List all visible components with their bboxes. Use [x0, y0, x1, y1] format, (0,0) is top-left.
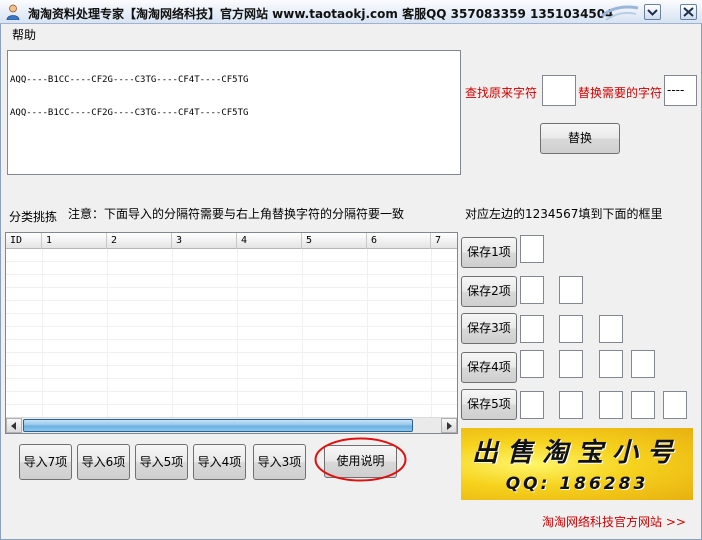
column-header-6[interactable]: 6 [367, 233, 431, 249]
save-5-button[interactable]: 保存5项 [461, 389, 517, 420]
banner-title: 出售淘宝小号 [471, 438, 682, 468]
grid-header: ID 1 2 3 4 5 6 7 [6, 233, 457, 249]
slot-input[interactable] [520, 391, 544, 419]
column-header-1[interactable]: 1 [42, 233, 107, 249]
find-input[interactable] [542, 75, 576, 106]
advertisement-banner[interactable]: 出售淘宝小号 QQ: 186283 [461, 428, 693, 500]
text-line: AQQ----B1CC----CF2G----C3TG----CF4T----C… [10, 108, 249, 118]
text-line: AQQ----B1CC----CF2G----C3TG----CF4T----C… [10, 75, 249, 85]
slot-input[interactable] [663, 391, 687, 419]
title-bar: 淘淘资料处理专家【淘淘网络科技】官方网站 www.taotaokj.com 客服… [0, 0, 702, 24]
app-icon [6, 4, 20, 20]
window-title: 淘淘资料处理专家【淘淘网络科技】官方网站 www.taotaokj.com 客服… [28, 7, 614, 21]
column-header-3[interactable]: 3 [172, 233, 237, 249]
chevron-down-icon [647, 9, 658, 16]
table-row[interactable] [6, 354, 457, 366]
slot-input[interactable] [559, 391, 583, 419]
slot-input[interactable] [520, 315, 544, 343]
slot-input[interactable] [520, 276, 544, 304]
slot-input[interactable] [520, 235, 544, 263]
arrow-right-icon [447, 422, 452, 430]
import-4-button[interactable]: 导入4项 [193, 444, 246, 480]
replace-button[interactable]: 替换 [540, 123, 620, 154]
table-row[interactable] [6, 328, 457, 340]
menu-item-help[interactable]: 帮助 [12, 26, 36, 43]
official-site-link[interactable]: 淘淘网络科技官方网站 >> [542, 513, 686, 530]
import-3-button[interactable]: 导入3项 [253, 444, 306, 480]
table-row[interactable] [6, 250, 457, 262]
slot-input[interactable] [599, 350, 623, 378]
table-row[interactable] [6, 263, 457, 275]
menu-bar: 帮助 [1, 24, 701, 43]
slot-input[interactable] [559, 315, 583, 343]
column-header-7[interactable]: 7 [431, 233, 457, 249]
main-window: 帮助 AQQ----B1CC----CF2G----C3TG----CF4T--… [0, 24, 702, 540]
slot-input[interactable] [559, 276, 583, 304]
column-header-4[interactable]: 4 [237, 233, 302, 249]
scroll-left-button[interactable] [6, 418, 22, 433]
column-header-5[interactable]: 5 [302, 233, 367, 249]
scroll-right-button[interactable] [441, 418, 457, 433]
scrollbar-thumb[interactable] [23, 419, 413, 432]
import-7-button[interactable]: 导入7项 [19, 444, 72, 480]
horizontal-scrollbar[interactable] [6, 417, 457, 433]
import-6-button[interactable]: 导入6项 [77, 444, 130, 480]
save-2-button[interactable]: 保存2项 [461, 276, 517, 307]
save-1-button[interactable]: 保存1项 [461, 237, 517, 268]
replace-input[interactable]: ---- [664, 75, 697, 106]
find-label: 查找原来字符 [465, 86, 538, 100]
save-4-button[interactable]: 保存4项 [461, 352, 517, 383]
source-text-area[interactable]: AQQ----B1CC----CF2G----C3TG----CF4T----C… [7, 50, 461, 175]
close-button[interactable] [680, 4, 697, 20]
import-5-button[interactable]: 导入5项 [135, 444, 188, 480]
slot-input[interactable] [520, 350, 544, 378]
note-label: 注意：下面导入的分隔符需要与右上角替换字符的分隔符要一致 [68, 207, 405, 221]
table-row[interactable] [6, 276, 457, 288]
highlight-ellipse [314, 437, 407, 482]
table-row[interactable] [6, 289, 457, 301]
slot-input[interactable] [631, 350, 655, 378]
table-row[interactable] [6, 302, 457, 314]
slot-input[interactable] [599, 391, 623, 419]
table-row[interactable] [6, 380, 457, 392]
replace-label: 替换需要的字符 [578, 86, 663, 100]
table-row[interactable] [6, 315, 457, 327]
slot-input[interactable] [599, 315, 623, 343]
titlebar-decoration-icon [601, 5, 639, 21]
category-label: 分类挑拣 [9, 210, 58, 224]
minimize-button[interactable] [644, 4, 661, 20]
table-row[interactable] [6, 367, 457, 379]
column-header-id[interactable]: ID [6, 233, 42, 249]
slot-input[interactable] [559, 350, 583, 378]
table-row[interactable] [6, 393, 457, 405]
banner-qq: QQ: 186283 [505, 474, 649, 494]
table-row[interactable] [6, 341, 457, 353]
column-header-2[interactable]: 2 [107, 233, 172, 249]
hint-label: 对应左边的1234567填到下面的框里 [465, 207, 663, 221]
close-icon [683, 7, 694, 17]
slot-input[interactable] [631, 391, 655, 419]
arrow-left-icon [11, 422, 16, 430]
save-3-button[interactable]: 保存3项 [461, 313, 517, 344]
data-grid[interactable]: ID 1 2 3 4 5 6 7 [5, 232, 458, 434]
